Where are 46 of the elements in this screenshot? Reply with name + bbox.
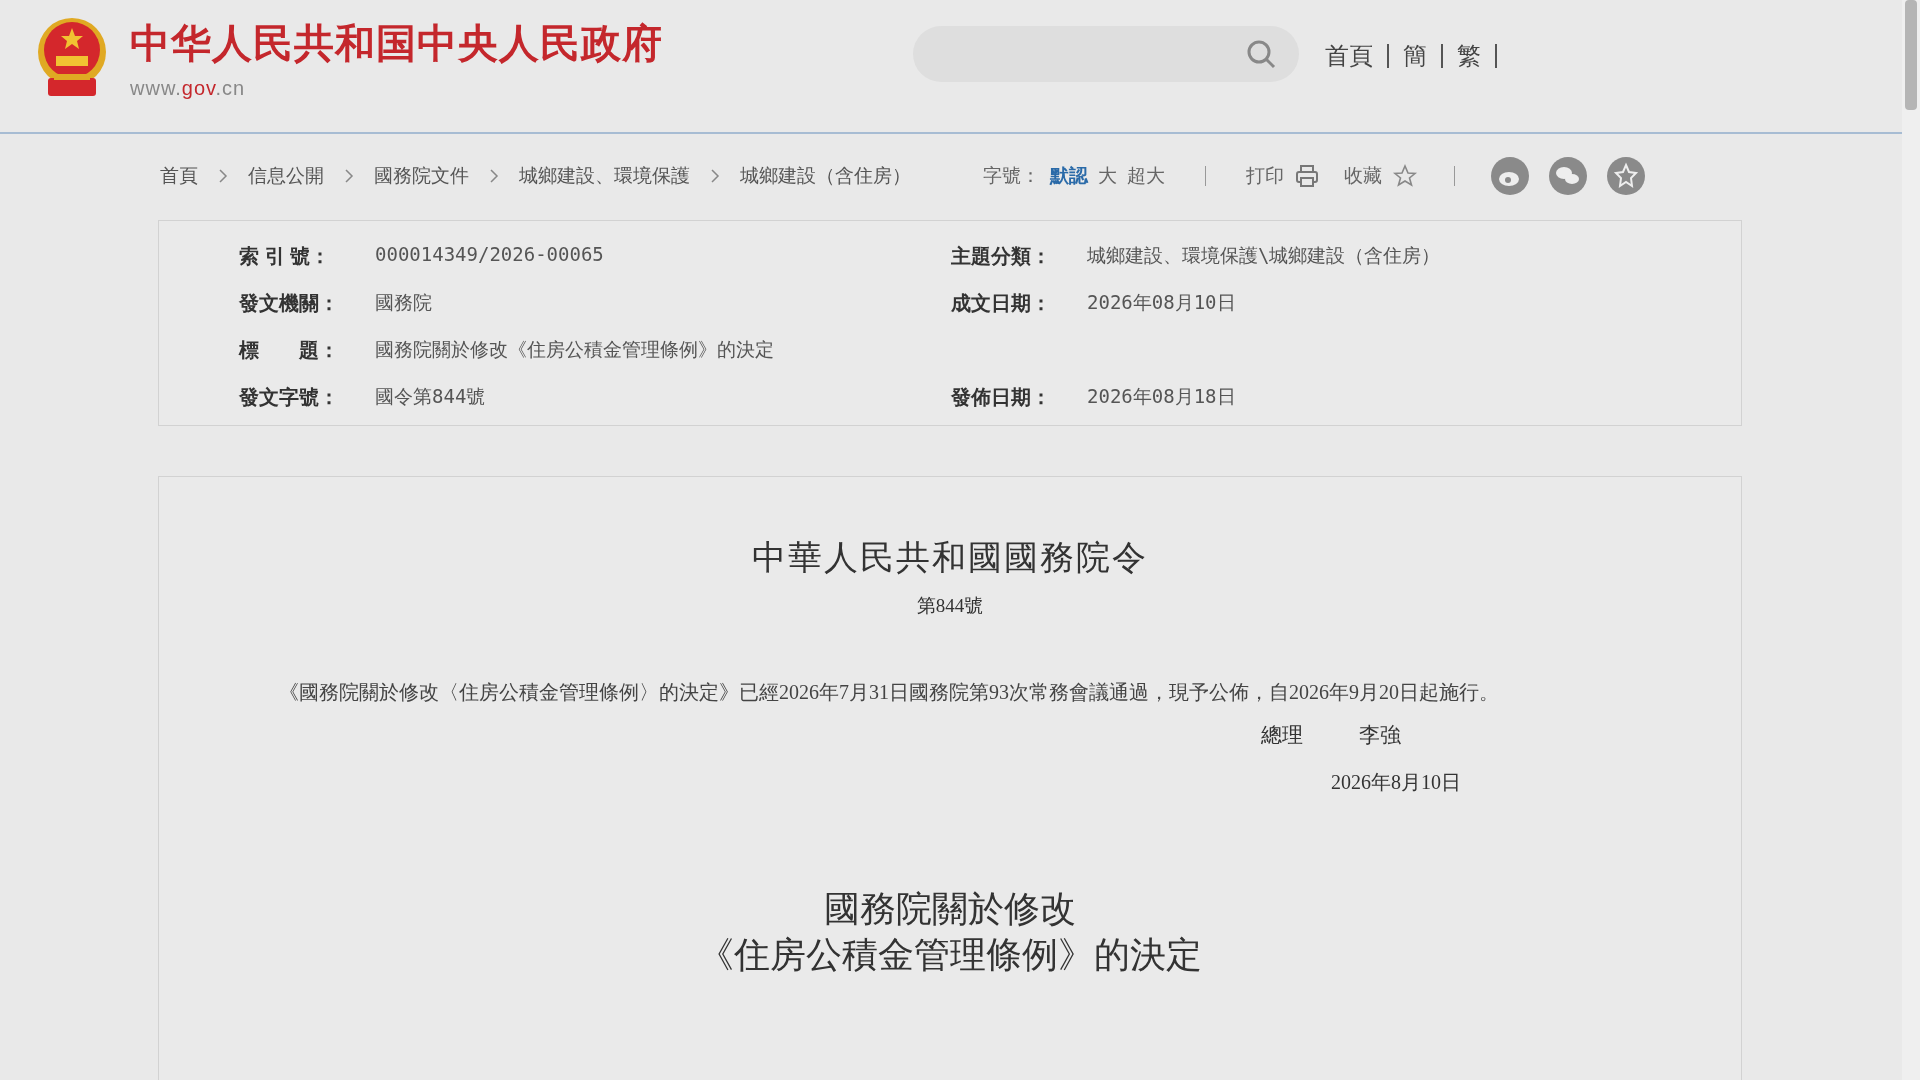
- document-heading: 中華人民共和國國務院令: [752, 538, 1148, 578]
- field-label: 發佈日期：: [951, 385, 1052, 410]
- font-size-label: 字號：: [983, 164, 1040, 188]
- tool-link[interactable]: 收藏: [1344, 163, 1382, 189]
- body-paragraph: 《國務院關於修改〈住房公積金管理條例〉的決定》已經2026年7月31日國務院第93次常務會議通過，現予公佈，自2026年9月20日起施行。: [278, 680, 1500, 705]
- font-size-option[interactable]: 大: [1098, 163, 1117, 189]
- chevron-icon: [489, 168, 499, 184]
- site-url: www.gov.cn: [130, 77, 247, 100]
- document-date: 2026年8月10日: [1331, 770, 1461, 795]
- field-value: 城鄉建設、環境保護\城鄉建設（含住房）: [1087, 243, 1441, 268]
- printer-icon: [1294, 163, 1320, 189]
- search-icon[interactable]: [1245, 38, 1277, 70]
- font-size-option[interactable]: 默認: [1050, 163, 1088, 189]
- chevron-icon: [344, 168, 354, 184]
- field-value: 國務院關於修改《住房公積金管理條例》的決定: [375, 337, 774, 362]
- signatory-name: 李強: [1359, 722, 1401, 749]
- field-label: 成文日期：: [951, 291, 1052, 316]
- site-title: 中华人民共和国中央人民政府: [130, 20, 663, 67]
- field-label: 發文字號：: [239, 385, 340, 410]
- field-value: 2026年08月10日: [1087, 290, 1236, 315]
- order-number: 第844號: [916, 594, 984, 618]
- field-label: 發文機關：: [239, 291, 340, 316]
- font-size-option[interactable]: 超大: [1127, 163, 1165, 189]
- field-label: 索 引 號：: [239, 244, 332, 269]
- nav-link[interactable]: 簡: [1403, 40, 1427, 72]
- breadcrumb-link[interactable]: 國務院文件: [374, 163, 469, 189]
- breadcrumb-link[interactable]: 信息公開: [248, 163, 324, 189]
- field-value: 000014349/2026-00065: [375, 243, 604, 267]
- signatory-title: 總理: [1261, 722, 1303, 749]
- field-label: 主題分類：: [951, 244, 1052, 269]
- document-subtitle: 國務院關於修改: [823, 888, 1077, 931]
- chevron-icon: [710, 168, 720, 184]
- scrollbar[interactable]: [1902, 0, 1920, 1080]
- breadcrumb-link[interactable]: 城鄉建設、環境保護: [519, 163, 690, 189]
- field-value: 2026年08月18日: [1087, 384, 1236, 409]
- breadcrumb-link[interactable]: 首頁: [160, 163, 198, 189]
- star-icon: [1392, 163, 1418, 189]
- document-subtitle: 《住房公積金管理條例》的決定: [698, 934, 1202, 977]
- nav-link[interactable]: 繁: [1457, 40, 1481, 72]
- field-label: 標 題：: [239, 338, 340, 363]
- tool-link[interactable]: 打印: [1246, 163, 1284, 189]
- breadcrumb-link[interactable]: 城鄉建設（含住房）: [740, 163, 911, 189]
- chevron-icon: [218, 168, 228, 184]
- nav-link[interactable]: 首頁: [1325, 40, 1373, 72]
- field-value: 國務院: [375, 290, 432, 315]
- field-value: 國令第844號: [375, 384, 486, 409]
